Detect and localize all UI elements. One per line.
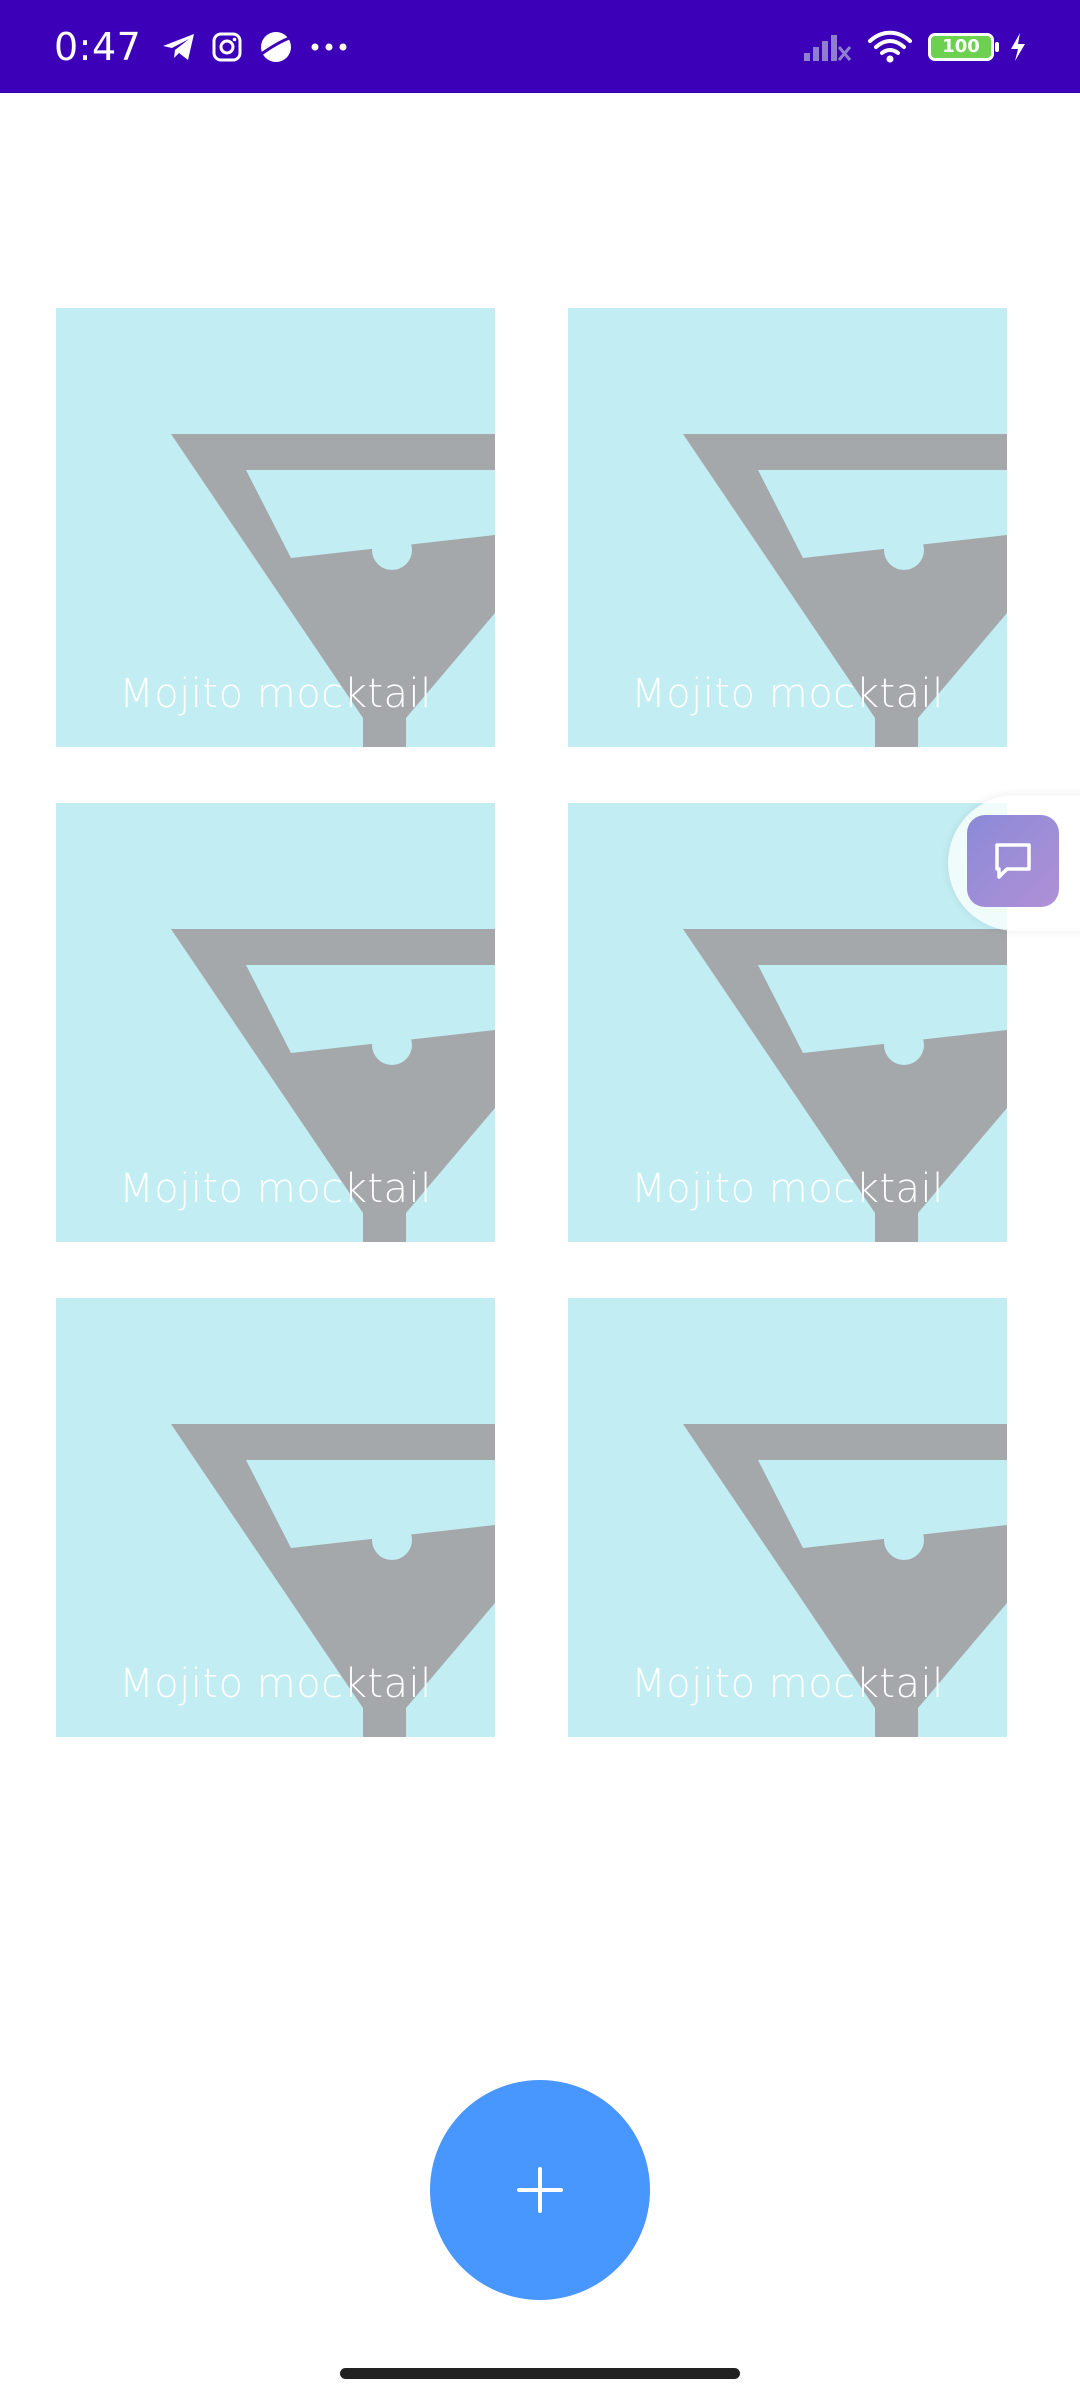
recipe-title: Mojito mocktail — [631, 671, 944, 717]
signal-icon — [802, 31, 852, 63]
recipe-card[interactable]: Mojito mocktail — [56, 308, 495, 747]
floating-chat-button[interactable] — [967, 815, 1059, 907]
recipe-title: Mojito mocktail — [119, 1166, 432, 1212]
recipe-card[interactable]: Mojito mocktail — [56, 803, 495, 1242]
status-time: 0:47 — [54, 24, 142, 69]
battery-level: 100 — [942, 36, 980, 57]
status-right: 100 — [802, 0, 1028, 93]
instagram-icon — [211, 31, 243, 63]
recipe-title: Mojito mocktail — [119, 671, 432, 717]
planet-icon — [257, 29, 295, 65]
recipe-card[interactable]: Mojito mocktail — [56, 1298, 495, 1737]
charging-icon — [1008, 31, 1028, 63]
battery-icon: 100 — [928, 32, 999, 61]
status-left: 0:47 — [54, 0, 349, 93]
recipe-card[interactable]: Mojito mocktail — [568, 308, 1007, 747]
recipe-card[interactable]: Mojito mocktail — [568, 1298, 1007, 1737]
add-button[interactable] — [430, 2080, 650, 2300]
chat-icon — [995, 843, 1031, 879]
telegram-icon — [161, 31, 197, 63]
plus-icon — [517, 2167, 563, 2213]
recipe-title: Mojito mocktail — [119, 1661, 432, 1707]
recipe-title: Mojito mocktail — [631, 1661, 944, 1707]
recipe-card[interactable]: Mojito mocktail — [568, 803, 1007, 1242]
more-dots-icon — [309, 41, 349, 53]
recipe-title: Mojito mocktail — [631, 1166, 944, 1212]
status-bar: 0:47 100 — [0, 0, 1080, 93]
wifi-icon — [866, 29, 914, 65]
home-indicator[interactable] — [340, 2368, 740, 2379]
